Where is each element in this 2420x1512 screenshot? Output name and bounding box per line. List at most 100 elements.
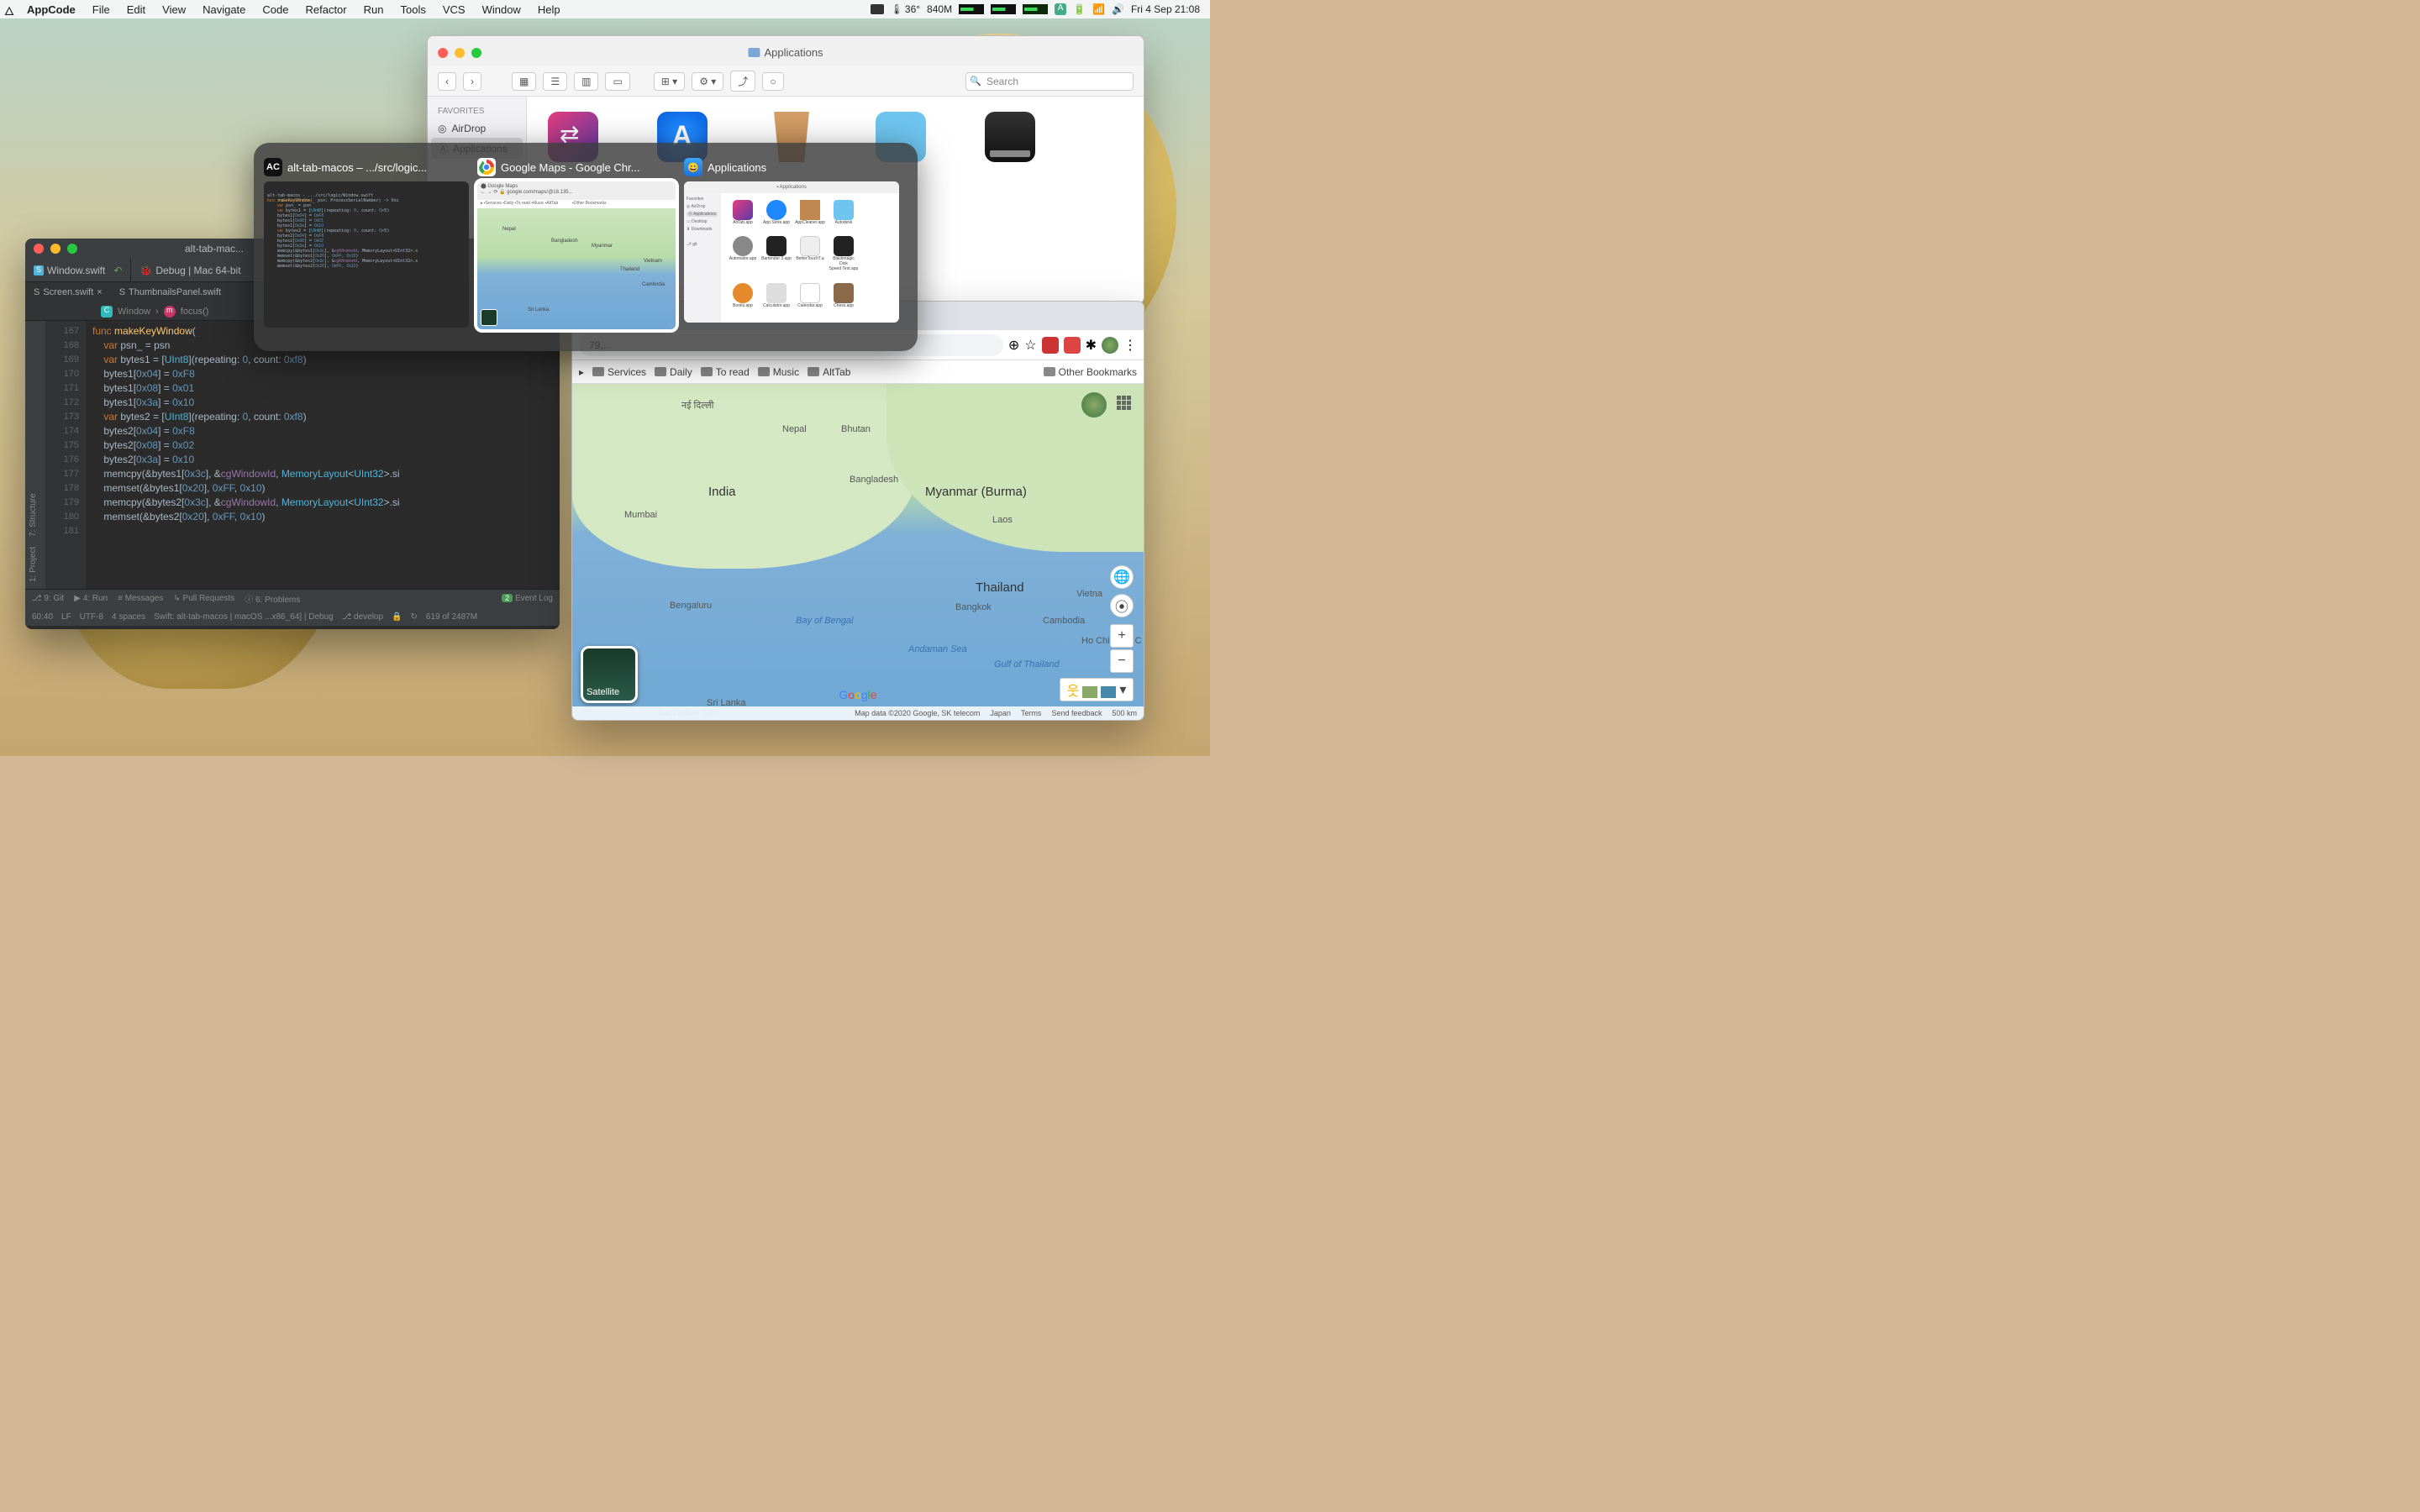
map-label[interactable]: Bangkok [955,602,992,612]
line-ending[interactable]: LF [61,612,71,622]
map-scale[interactable]: 500 km [1112,709,1137,717]
menu-code[interactable]: Code [254,3,297,16]
indent[interactable]: 4 spaces [112,612,145,622]
chrome-window[interactable]: 79,... ⊕ ☆ ✱ ⋮ ▸ Services Daily To read … [571,301,1144,721]
map-label[interactable]: Bangladesh [850,475,898,485]
map-label[interactable]: नई दिल्ली [681,399,714,412]
zoom-icon[interactable]: ⊕ [1008,337,1019,354]
map-label[interactable]: India [708,485,736,499]
code-editor[interactable]: func makeKeyWindow( var psn_ = psn var b… [86,321,560,589]
map-feedback[interactable]: Send feedback [1051,709,1102,717]
chrome-menu-icon[interactable]: ⋮ [1123,337,1137,354]
pegman-icon[interactable]: 웃 [1067,680,1080,700]
switcher-item-finder[interactable]: 😀 Applications ▪ Applications Favorites◎… [684,158,899,336]
back-arrow-icon[interactable]: ↶ [113,265,122,276]
menu-navigate[interactable]: Navigate [194,3,254,16]
globe-button[interactable]: 🌐 [1110,565,1134,589]
bookmark-star-icon[interactable]: ☆ [1024,337,1036,354]
map-label[interactable]: Vietna [1076,589,1102,599]
menu-window[interactable]: Window [474,3,529,16]
zoom-button[interactable] [67,244,77,254]
cursor-position[interactable]: 60:40 [32,612,53,622]
side-panel-toggle[interactable]: ▸ [579,366,584,378]
cpu-graph-icon[interactable] [959,4,984,14]
map-label[interactable]: Mumbai [624,510,657,520]
google-map-canvas[interactable]: India Nepal Bhutan Bangladesh Myanmar (Burma… [572,384,1144,720]
forward-button[interactable]: › [463,72,481,91]
encoding[interactable]: UTF-8 [80,612,103,622]
extension-icon[interactable] [1042,337,1059,354]
menu-file[interactable]: File [84,3,118,16]
sdk-status[interactable]: Swift: alt-tab-macos | macOS ...x86_64] … [154,612,334,622]
view-list-button[interactable]: ☰ [543,72,567,91]
menu-extra-icon[interactable]: A [1055,3,1066,15]
share-button[interactable]: ⤴ [730,71,755,92]
locate-me-button[interactable]: ⦿ [1110,594,1134,617]
switcher-item-chrome[interactable]: Google Maps - Google Chr... ⬤ Google Map… [477,158,676,336]
map-label[interactable]: Cambodia [1043,616,1085,626]
menu-tools[interactable]: Tools [392,3,434,16]
map-label[interactable]: Nepal [782,424,807,434]
zoom-button[interactable] [471,48,481,58]
satellite-layer-icon[interactable] [1101,686,1116,698]
menu-view[interactable]: View [154,3,194,16]
bookmark-folder[interactable]: AltTab [808,366,850,378]
app-blackmagic[interactable] [981,112,1039,171]
bookmark-folder[interactable]: To read [701,366,750,378]
messages-tool[interactable]: ≡ Messages [118,594,163,603]
menu-edit[interactable]: Edit [118,3,154,16]
editor-tab-screen[interactable]: SScreen.swift× [25,287,111,297]
view-icon-button[interactable]: ▦ [512,72,536,91]
extensions-icon[interactable]: ✱ [1086,337,1097,354]
profile-avatar[interactable] [1102,337,1118,354]
menu-vcs[interactable]: VCS [434,3,474,16]
map-region[interactable]: Japan [990,709,1011,717]
switcher-item-appcode[interactable]: AC alt-tab-macos – .../src/logic... alt-… [264,158,469,336]
event-log[interactable]: 2 Event Log [502,594,553,603]
alt-tab-switcher[interactable]: AC alt-tab-macos – .../src/logic... alt-… [254,143,918,351]
view-column-button[interactable]: ▥ [574,72,598,91]
volume-icon[interactable]: 🔊 [1112,3,1124,15]
terrain-layer-icon[interactable] [1082,686,1097,698]
editor-tab-thumbnails[interactable]: SThumbnailsPanel.swift [111,287,229,297]
bookmark-folder[interactable]: Daily [655,366,692,378]
map-terms[interactable]: Terms [1021,709,1042,717]
wifi-icon[interactable]: 📶 [1092,3,1105,15]
net-graph-icon[interactable] [991,4,1016,14]
menu-refactor[interactable]: Refactor [297,3,355,16]
memory-indicator[interactable]: 840M [927,3,952,15]
menu-help[interactable]: Help [529,3,569,16]
tool-structure[interactable]: 7: Structure [29,493,42,537]
run-tool[interactable]: ▶ 4: Run [74,594,108,603]
network-graph-icon[interactable] [1023,4,1048,14]
branch-indicator[interactable]: ⎇ develop [342,612,383,622]
finder-search-input[interactable]: Search [965,72,1134,91]
menubar-app-name[interactable]: AppCode [18,3,84,16]
map-label[interactable]: Bhutan [841,424,871,434]
map-label[interactable]: Myanmar (Burma) [925,485,1027,499]
bookmark-folder[interactable]: Services [592,366,646,378]
google-account-avatar[interactable] [1081,392,1107,417]
view-gallery-button[interactable]: ▭ [605,72,629,91]
battery-icon[interactable]: 🔋 [1073,3,1086,15]
tags-button[interactable]: ○ [762,72,783,91]
google-apps-icon[interactable] [1117,396,1132,411]
lock-icon[interactable]: 🔒 [392,612,402,622]
temperature-indicator[interactable]: 🌡36° [891,3,920,15]
sidebar-item-airdrop[interactable]: ◎ AirDrop [428,119,526,138]
extension-icon[interactable] [1064,337,1081,354]
menu-run[interactable]: Run [355,3,392,16]
bookmark-folder[interactable]: Music [758,366,799,378]
map-label[interactable]: Thailand [976,580,1024,595]
zoom-in-button[interactable]: + [1110,624,1134,648]
minimize-button[interactable] [50,244,60,254]
map-label[interactable]: Bengaluru [670,601,712,611]
apple-menu-icon[interactable]: 🜂 [0,0,18,22]
problems-tool[interactable]: ⓘ 6: Problems [245,592,300,605]
sync-icon[interactable]: ↻ [411,612,418,622]
zoom-out-button[interactable]: − [1110,649,1134,673]
git-tool[interactable]: ⎇ 9: Git [32,594,64,603]
satellite-toggle[interactable]: Satellite [581,646,638,703]
minimize-button[interactable] [455,48,465,58]
pegman-layers[interactable]: 웃 ▾ [1060,678,1134,701]
